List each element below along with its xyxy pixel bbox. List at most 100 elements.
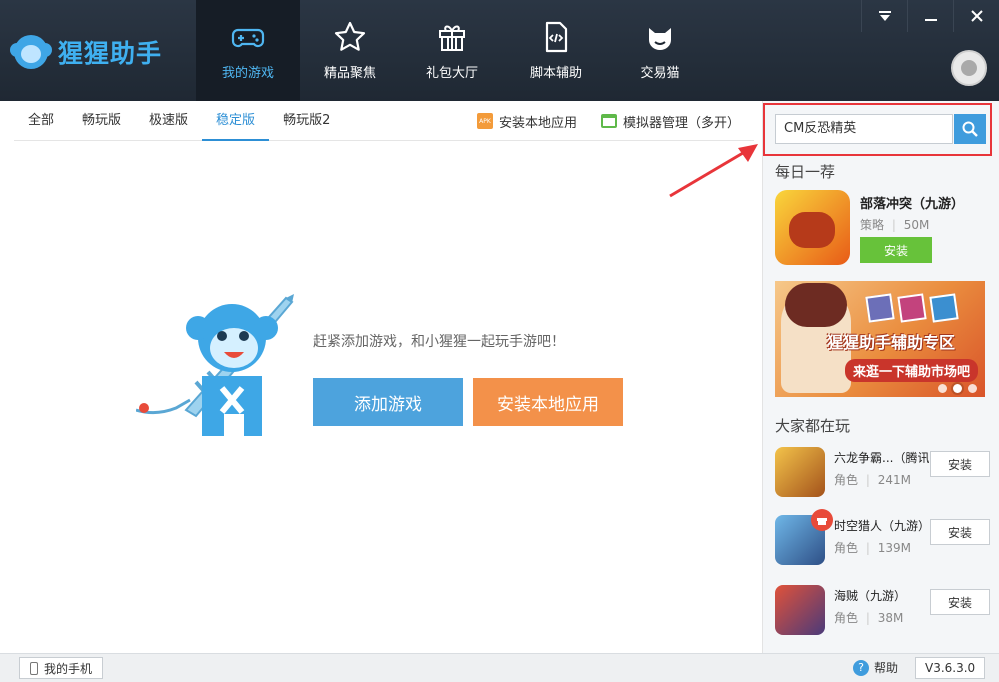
- game-name: 六龙争霸...（腾讯: [834, 451, 929, 465]
- tab-label: 脚本辅助: [529, 66, 582, 81]
- tab-label: 礼包大厅: [425, 66, 478, 81]
- subtab-all[interactable]: 全部: [14, 101, 68, 141]
- meta-separator: |: [891, 218, 896, 232]
- subtab-smooth[interactable]: 畅玩版: [68, 101, 135, 141]
- tab-my-games[interactable]: 我的游戏: [196, 0, 300, 101]
- meta-separator: |: [865, 541, 870, 555]
- game-meta: 角色 | 241M: [834, 471, 911, 488]
- apk-icon: APK: [476, 113, 493, 129]
- subtab-stable[interactable]: 稳定版: [202, 101, 270, 141]
- list-item[interactable]: 时空猎人（九游） 角色 | 139M 安装: [775, 509, 990, 570]
- daily-game-meta: 策略 | 50M: [860, 216, 929, 233]
- tab-featured[interactable]: 精品聚焦: [300, 0, 400, 101]
- install-button[interactable]: 安装: [930, 589, 990, 615]
- emulator-manager-link[interactable]: 模拟器管理（多开）: [600, 112, 740, 131]
- cat-icon: [649, 28, 671, 50]
- meta-separator: |: [865, 473, 870, 487]
- help-link[interactable]: ? 帮助: [853, 659, 898, 676]
- install-local-app-link[interactable]: APK 安装本地应用: [476, 112, 577, 131]
- tab-label: 我的游戏: [221, 66, 274, 81]
- star-icon: [334, 21, 366, 51]
- game-icon: [775, 447, 825, 497]
- install-local-label: 安装本地应用: [498, 115, 577, 131]
- sub-actions: APK 安装本地应用 模拟器管理（多开）: [453, 101, 740, 141]
- minimize-icon[interactable]: [907, 0, 953, 32]
- banner-dot-active[interactable]: [953, 384, 962, 393]
- list-item[interactable]: 海贼（九游） 角色 | 38M 安装: [775, 585, 990, 640]
- tab-gift-hall[interactable]: 礼包大厅: [400, 0, 504, 101]
- script-icon: [545, 21, 568, 53]
- dropdown-menu-icon[interactable]: [861, 0, 907, 32]
- banner-tile: [865, 293, 895, 323]
- install-button[interactable]: 安装: [930, 451, 990, 477]
- right-panel: CM反恐精英 每日一荐 部落冲突（九游） 策略 | 50M 安装 猩猩助手辅助专…: [762, 101, 999, 653]
- game-icon: [775, 585, 825, 635]
- banner-subtitle: 来逛一下辅助市场吧: [845, 359, 979, 382]
- game-name: 时空猎人（九游）: [834, 519, 929, 533]
- close-icon[interactable]: [953, 0, 999, 32]
- help-icon: ?: [853, 659, 869, 676]
- search-input[interactable]: CM反恐精英: [775, 114, 953, 144]
- popular-section-title: 大家都在玩: [775, 417, 851, 435]
- status-bar: 我的手机 ? 帮助 V3.6.3.0: [0, 653, 999, 682]
- help-label: 帮助: [874, 661, 899, 675]
- daily-install-button[interactable]: 安装: [860, 237, 932, 263]
- install-button[interactable]: 安装: [930, 519, 990, 545]
- main-nav: 我的游戏 精品聚焦 礼包大厅 脚本辅助 交易猫: [196, 0, 712, 101]
- add-game-button[interactable]: 添加游戏: [313, 378, 463, 426]
- tab-label: 交易猫: [640, 66, 680, 81]
- daily-section-title: 每日一荐: [775, 163, 836, 181]
- banner-dot[interactable]: [938, 384, 947, 393]
- banner-dot[interactable]: [968, 384, 977, 393]
- game-size: 139M: [877, 541, 911, 555]
- monkey-logo-icon: [10, 35, 52, 69]
- game-meta: 角色 | 38M: [834, 609, 903, 626]
- app-logo: 猩猩助手: [10, 34, 163, 70]
- list-item[interactable]: 六龙争霸...（腾讯 角色 | 241M 安装: [775, 447, 990, 502]
- tab-label: 精品聚焦: [323, 66, 376, 81]
- version-badge: V3.6.3.0: [915, 657, 986, 679]
- game-meta: 角色 | 139M: [834, 539, 911, 556]
- install-local-app-button[interactable]: 安装本地应用: [473, 378, 623, 426]
- search-highlight-box: CM反恐精英: [763, 103, 992, 156]
- game-category: 角色: [834, 473, 859, 487]
- emulator-label: 模拟器管理（多开）: [622, 115, 740, 131]
- emulator-icon: [600, 114, 617, 128]
- app-name: 猩猩助手: [58, 39, 163, 68]
- main-panel: 全部 畅玩版 极速版 稳定版 畅玩版2 APK 安装本地应用 模拟器管理（多开）: [0, 101, 762, 653]
- empty-state-text: 赶紧添加游戏，和小猩猩一起玩手游吧！: [313, 334, 565, 350]
- game-category: 角色: [834, 541, 859, 555]
- banner-pager: [932, 384, 977, 393]
- tab-script-assist[interactable]: 脚本辅助: [504, 0, 608, 101]
- monkey-mascot-icon: [136, 294, 294, 436]
- annotation-arrow-icon: [669, 144, 758, 198]
- banner-tile: [897, 293, 927, 323]
- game-size: 241M: [877, 473, 911, 487]
- daily-game-name[interactable]: 部落冲突（九游）: [860, 193, 964, 212]
- banner-title: 猩猩助手辅助专区: [827, 333, 956, 352]
- game-name: 海贼（九游）: [834, 589, 907, 603]
- gift-icon: [439, 25, 465, 51]
- top-bar: 猩猩助手 我的游戏 精品聚焦 礼包大厅 脚本辅助 交易猫: [0, 0, 999, 101]
- subtab-fast[interactable]: 极速版: [135, 101, 202, 141]
- gift-badge-icon: [811, 509, 833, 531]
- my-phone-button[interactable]: 我的手机: [19, 657, 104, 679]
- gamepad-icon: [231, 28, 265, 48]
- daily-category: 策略: [860, 218, 885, 232]
- search-button[interactable]: [954, 114, 986, 144]
- tab-trade-cat[interactable]: 交易猫: [608, 0, 712, 101]
- game-category: 角色: [834, 611, 859, 625]
- phone-icon: [30, 661, 38, 675]
- window-controls: [861, 0, 999, 32]
- sub-tabs: 全部 畅玩版 极速版 稳定版 畅玩版2 APK 安装本地应用 模拟器管理（多开）: [14, 101, 754, 141]
- promo-banner[interactable]: 猩猩助手辅助专区 来逛一下辅助市场吧: [775, 281, 985, 397]
- search-icon: [962, 121, 978, 137]
- banner-tile: [929, 293, 959, 323]
- my-phone-label: 我的手机: [44, 661, 93, 676]
- daily-size: 50M: [903, 218, 930, 232]
- clash-of-clans-icon[interactable]: [775, 190, 850, 265]
- banner-game-tiles: [865, 293, 963, 323]
- subtab-smooth-2[interactable]: 畅玩版2: [269, 101, 344, 141]
- game-size: 38M: [877, 611, 904, 625]
- user-avatar[interactable]: [951, 50, 987, 86]
